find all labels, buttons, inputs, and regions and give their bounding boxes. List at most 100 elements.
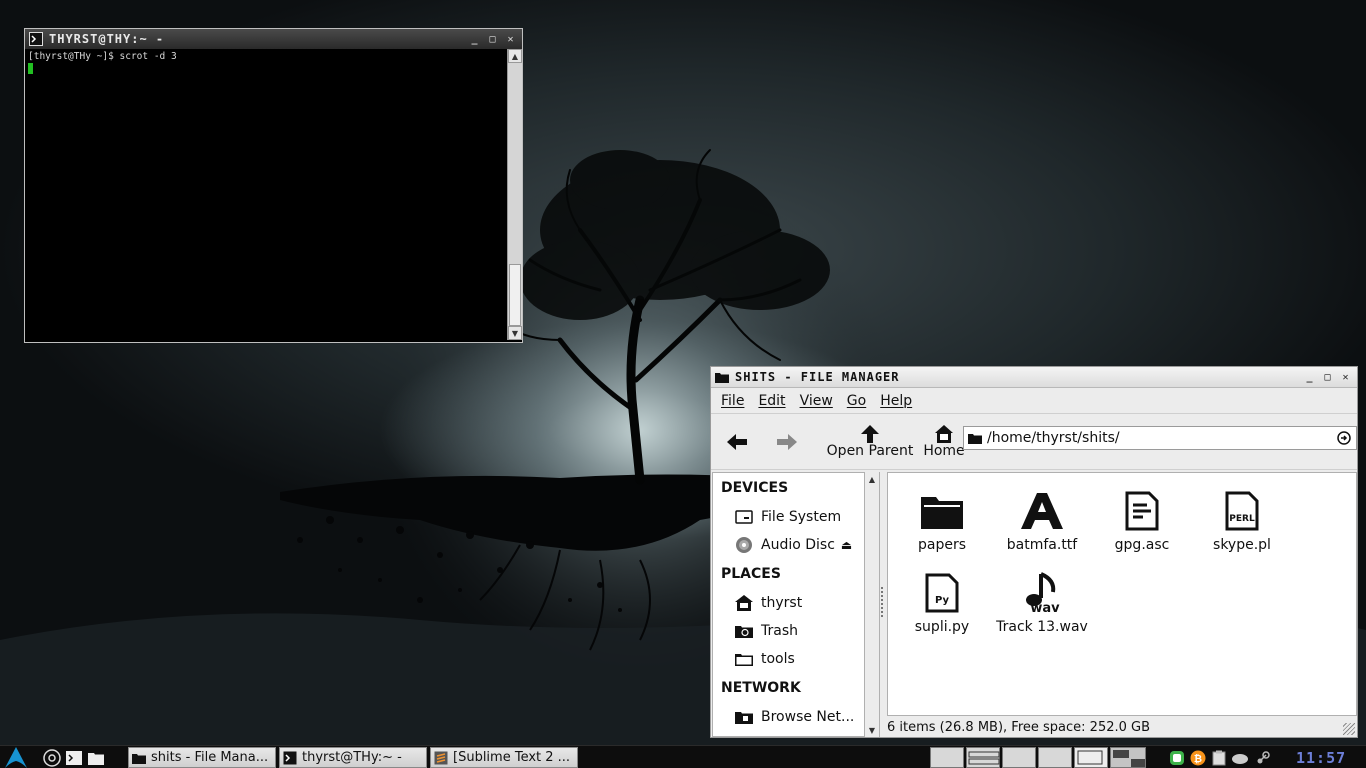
menu-view[interactable]: View [800,393,833,409]
task-file-manager[interactable]: shits - File Mana... [128,747,276,768]
sidebar-item-file-system[interactable]: File System [713,503,879,531]
file-badge: wav [1030,601,1060,614]
task-sublime-text[interactable]: [Sublime Text 2 ... [430,747,578,768]
file-item-papers[interactable]: papers [892,487,992,553]
scroll-up-icon[interactable]: ▲ [508,49,522,63]
maximize-button[interactable]: □ [1321,370,1335,384]
terminal-output[interactable]: [thyrst@THy ~]$ scrot -d 3 [25,49,507,340]
file-view[interactable]: papers batmfa.ttf gpg.asc PERL skype.pl … [887,472,1357,716]
folder-icon [132,751,146,765]
sidebar-item-label: thyrst [761,595,803,611]
sidebar-item-label: Audio Disc [761,537,835,553]
scrollbar-thumb[interactable] [509,264,521,326]
menu-help[interactable]: Help [880,393,912,409]
text-file-icon [1118,487,1166,535]
sidebar-item-label: tools [761,651,795,667]
workspace-3[interactable] [1002,747,1036,768]
workspace-2[interactable] [966,747,1000,768]
clipboard-tray-icon[interactable] [1210,749,1228,766]
file-item-batmfa[interactable]: batmfa.ttf [992,487,1092,553]
chat-tray-icon[interactable] [1168,749,1186,766]
task-label: shits - File Mana... [151,750,269,765]
sidebar-header-devices: DEVICES [721,480,789,496]
workspace-6[interactable] [1110,747,1146,768]
terminal-cursor [28,63,33,74]
file-manager-launcher-icon[interactable] [86,748,106,767]
pane-splitter[interactable] [881,587,885,617]
file-name: papers [917,537,966,553]
folder-icon [715,370,729,384]
folder-icon [733,650,755,668]
volume-tray-icon[interactable] [1231,749,1249,766]
sublime-icon [434,751,448,765]
open-parent-button[interactable]: Open Parent [825,424,915,459]
task-terminal[interactable]: thyrst@THy:~ - [279,747,427,768]
sidebar-item-thyrst[interactable]: thyrst [713,589,879,617]
trash-icon [733,622,755,640]
scroll-down-icon[interactable]: ▼ [508,326,522,340]
terminal-window[interactable]: THYRST@THY:~ - _ □ ✕ [thyrst@THy ~]$ scr… [24,28,523,343]
file-name: batmfa.ttf [1006,537,1078,553]
menu-go[interactable]: Go [847,393,866,409]
file-item-skype[interactable]: PERL skype.pl [1192,487,1292,553]
eject-icon[interactable]: ⏏ [841,538,852,552]
taskbar: shits - File Mana... thyrst@THy:~ - [Sub… [0,745,1366,768]
workspace-4[interactable] [1038,747,1072,768]
scroll-up-icon[interactable]: ▲ [865,472,879,486]
workspace-5[interactable] [1074,747,1108,768]
back-button[interactable] [719,433,755,451]
sidebar-item-label: Trash [761,623,798,639]
file-badge: PERL [1229,514,1255,524]
disc-icon [733,536,755,554]
close-button[interactable]: ✕ [1339,370,1353,384]
audio-file-icon: wav [1018,569,1066,617]
scroll-down-icon[interactable]: ▼ [865,723,879,737]
file-item-track-13[interactable]: wav Track 13.wav [992,569,1092,635]
sidebar-item-browse-network[interactable]: Browse Net... [713,703,879,731]
menu-file[interactable]: File [721,393,744,409]
location-path[interactable]: /home/thyrst/shits/ [987,430,1336,446]
drive-icon [733,508,755,526]
chrome-launcher-icon[interactable] [42,748,62,767]
sidebar-item-audio-disc[interactable]: Audio Disc ⏏ [713,531,879,559]
resize-grip[interactable] [1343,723,1355,735]
python-file-icon: Py [918,569,966,617]
sidebar-item-tools[interactable]: tools [713,645,879,673]
status-bar: 6 items (26.8 MB), Free space: 252.0 GB [887,717,1357,737]
file-name: Track 13.wav [996,619,1088,635]
file-badge: Py [935,595,950,606]
terminal-scrollbar[interactable]: ▲ ▼ [507,49,522,340]
clock[interactable]: 11:57 [1296,747,1346,768]
task-label: thyrst@THy:~ - [302,750,402,765]
go-icon[interactable] [1336,430,1352,446]
steam-tray-icon[interactable] [1254,749,1272,766]
folder-icon [918,487,966,535]
maximize-button[interactable]: □ [486,32,500,46]
forward-button[interactable] [769,433,805,451]
minimize-button[interactable]: _ [1303,370,1317,384]
home-button[interactable]: Home [919,424,969,459]
terminal-launcher-icon[interactable] [64,748,84,767]
minimize-button[interactable]: _ [468,32,482,46]
close-button[interactable]: ✕ [504,32,518,46]
home-label: Home [923,442,965,459]
location-bar[interactable]: /home/thyrst/shits/ [963,426,1357,450]
terminal-prompt-line: [thyrst@THy ~]$ scrot -d 3 [28,51,177,62]
file-manager-window[interactable]: SHITS - FILE MANAGER _ □ ✕ File Edit Vie… [710,366,1358,738]
workspace-1[interactable] [930,747,964,768]
sidebar-scrollbar[interactable]: ▲ ▼ [864,472,879,737]
sidebar-item-trash[interactable]: Trash [713,617,879,645]
bitcoin-tray-icon[interactable]: ₿ [1189,749,1207,766]
terminal-titlebar[interactable]: THYRST@THY:~ - _ □ ✕ [25,29,522,49]
file-item-gpg[interactable]: gpg.asc [1092,487,1192,553]
back-arrow-icon [727,433,747,450]
menu-edit[interactable]: Edit [758,393,785,409]
arch-linux-menu-icon[interactable] [5,747,27,768]
toolbar: Open Parent Home /home/thyrst/shits/ [711,414,1357,470]
up-arrow-icon [861,424,879,443]
home-icon [935,424,953,443]
file-item-supli[interactable]: Py supli.py [892,569,992,635]
sidebar-item-label: Browse Net... [761,709,855,725]
sidebar-header-network: NETWORK [721,680,801,696]
file-manager-titlebar[interactable]: SHITS - FILE MANAGER _ □ ✕ [711,367,1357,388]
